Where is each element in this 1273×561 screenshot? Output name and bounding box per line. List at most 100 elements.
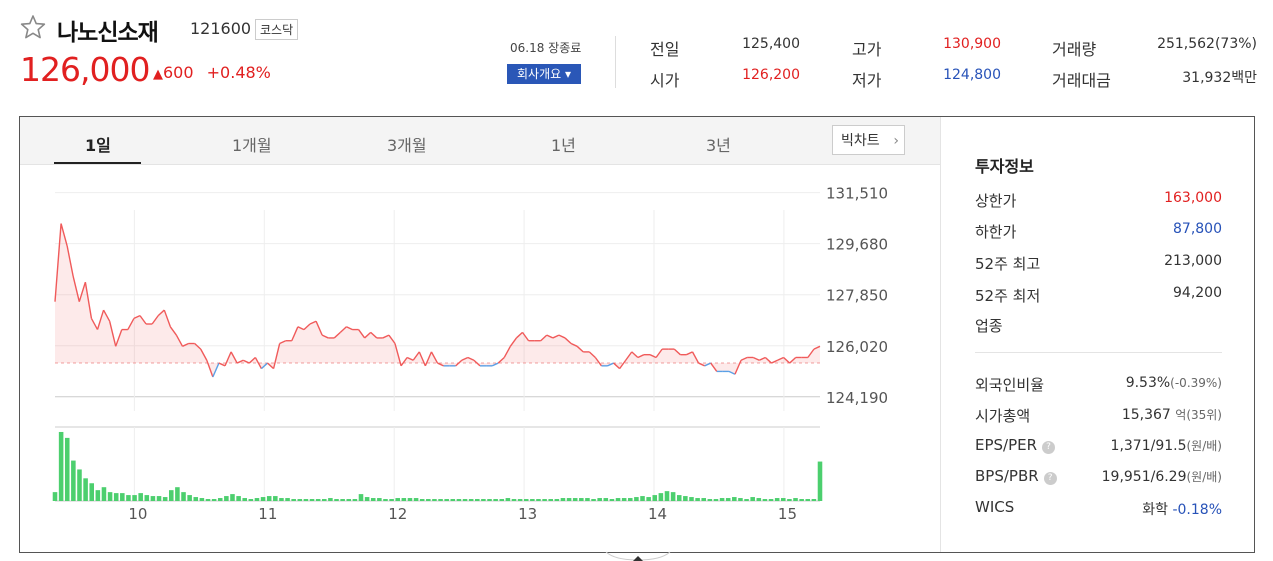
volume-bar xyxy=(224,496,229,501)
open-value: 126,200 xyxy=(742,67,800,83)
favorite-star-icon[interactable] xyxy=(20,14,46,40)
volume-bar xyxy=(646,497,651,501)
big-chart-button[interactable]: 빅차트 › xyxy=(832,125,905,155)
volume-bar xyxy=(744,499,749,501)
volume-bar xyxy=(707,499,713,501)
volume-bar xyxy=(77,469,82,501)
active-tab-indicator xyxy=(54,162,141,164)
volume-bar xyxy=(683,496,688,501)
volume-bar xyxy=(787,499,792,501)
volume-bar xyxy=(572,498,578,501)
upper-limit-label: 상한가 xyxy=(975,192,1017,210)
volume-bar xyxy=(713,499,719,501)
high-52w-value: 213,000 xyxy=(1164,253,1222,269)
volume-bar xyxy=(487,499,492,501)
tab-3m[interactable]: 3개월 xyxy=(387,132,427,156)
volume-bar xyxy=(395,498,400,501)
volume-bar xyxy=(181,492,186,501)
volume-bar xyxy=(279,498,284,501)
volume-bar xyxy=(132,495,137,501)
eps-per-label: EPS/PER? xyxy=(975,436,1056,454)
tab-1m[interactable]: 1개월 xyxy=(232,132,272,156)
foreign-ratio-label: 외국인비율 xyxy=(975,376,1045,394)
volume-bar xyxy=(432,499,437,501)
volume-bar xyxy=(603,498,609,501)
volume-bar xyxy=(150,496,156,501)
x-tick-label: 15 xyxy=(778,505,797,523)
volume-bar xyxy=(530,499,535,501)
market-badge: 코스닥 xyxy=(255,19,299,40)
volume-label: 거래량 xyxy=(1052,40,1097,59)
volume-bar xyxy=(309,499,315,501)
date-status: 06.18 장종료 xyxy=(510,41,582,55)
bps-pbr-unit: (원/배) xyxy=(1186,470,1223,484)
low-52w-label: 52주 최저 xyxy=(975,287,1041,305)
trade-amount-value: 31,932백만 xyxy=(1182,70,1257,86)
volume-bar xyxy=(542,499,547,501)
volume-bar xyxy=(738,498,743,501)
volume-bar xyxy=(101,487,107,501)
volume-bar xyxy=(52,492,58,501)
bps-pbr-value: 19,951/6.29(원/배) xyxy=(1102,468,1222,485)
volume-bar xyxy=(230,494,235,501)
volume-bar xyxy=(701,498,706,501)
price-chart[interactable]: 131,510 129,680 127,850 126,020 124,190 10 11… xyxy=(20,165,940,551)
wics-value[interactable]: 화학 -0.18% xyxy=(1142,499,1222,519)
company-overview-button[interactable]: 회사개요 ▾ xyxy=(507,64,581,84)
volume-bar xyxy=(83,478,88,501)
volume-bar xyxy=(95,490,101,501)
volume-bar xyxy=(750,497,755,501)
volume-bar xyxy=(499,499,505,501)
volume-bar xyxy=(285,498,290,501)
low-value: 124,800 xyxy=(943,67,1001,83)
volume-bar xyxy=(640,496,645,501)
change-percent: +0.48% xyxy=(206,63,271,82)
volume-bar xyxy=(628,498,633,501)
tab-3y[interactable]: 3년 xyxy=(706,132,731,156)
price-change: ▲600 +0.48% xyxy=(153,63,271,82)
volume-bar xyxy=(493,499,498,501)
info-separator xyxy=(975,352,1222,353)
market-cap-number: 15,367 xyxy=(1121,407,1171,423)
volume-bar xyxy=(591,499,596,501)
volume-bar xyxy=(560,498,566,501)
current-price: 126,000 xyxy=(20,50,150,89)
volume-bar xyxy=(732,497,737,501)
volume-bar xyxy=(273,496,278,501)
volume-bar xyxy=(236,496,241,501)
low-52w-value: 94,200 xyxy=(1173,285,1222,301)
eps-per-unit: (원/배) xyxy=(1186,439,1223,453)
volume-bar xyxy=(475,499,480,501)
collapse-toggle-icon[interactable] xyxy=(605,551,671,561)
volume-bar xyxy=(426,499,431,501)
volume-bar xyxy=(664,491,670,501)
market-cap-label: 시가총액 xyxy=(975,407,1031,425)
volume-value: 251,562(73%) xyxy=(1157,36,1257,52)
help-icon[interactable]: ? xyxy=(1042,441,1056,454)
volume-bar xyxy=(811,499,817,501)
volume-bar xyxy=(695,498,700,501)
high-label: 고가 xyxy=(852,40,882,59)
volume-bar xyxy=(609,499,615,501)
volume-bar xyxy=(217,498,223,501)
volume-bar xyxy=(169,490,174,501)
volume-bar xyxy=(468,499,474,501)
volume-bar xyxy=(346,499,352,501)
foreign-ratio-number: 9.53% xyxy=(1125,375,1171,391)
volume-bar xyxy=(511,499,517,501)
prev-close-value: 125,400 xyxy=(742,36,800,52)
volume-bar xyxy=(517,499,523,501)
volume-bar xyxy=(364,497,370,501)
volume-bar xyxy=(297,499,303,501)
investment-info-title: 투자정보 xyxy=(975,157,1034,176)
volume-bar xyxy=(756,498,762,501)
volume-bar xyxy=(126,495,131,501)
volume-bar xyxy=(193,497,199,501)
tab-1d[interactable]: 1일 xyxy=(85,132,111,156)
help-icon[interactable]: ? xyxy=(1043,472,1057,485)
volume-bar xyxy=(254,498,260,501)
tab-1y[interactable]: 1년 xyxy=(551,132,576,156)
market-cap-value: 15,367 억(35위) xyxy=(1122,406,1222,423)
volume-bar xyxy=(548,499,553,501)
volume-bar xyxy=(505,498,511,501)
